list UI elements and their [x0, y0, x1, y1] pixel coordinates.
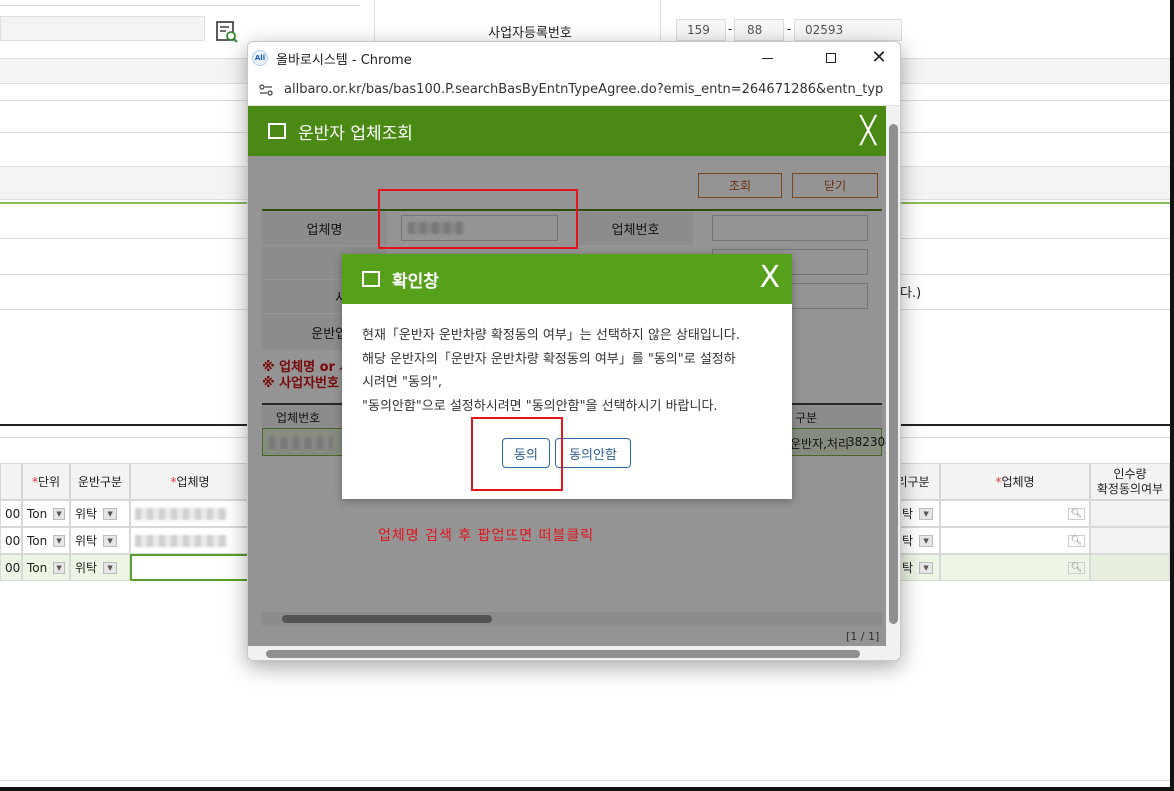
header-unit[interactable]: * 단위: [22, 463, 70, 500]
dropdown-icon[interactable]: ▼: [53, 561, 65, 574]
search-icon[interactable]: 🔍︎: [1067, 534, 1085, 547]
window-close-icon[interactable]: ✕: [864, 46, 894, 68]
page-title: 운반자 업체조회: [298, 123, 413, 144]
search-icon[interactable]: 🔍︎: [1067, 507, 1085, 520]
row1-company[interactable]: [130, 500, 250, 527]
r-row2-company[interactable]: 🔍︎: [940, 527, 1090, 554]
highlight-box-company: [378, 189, 578, 249]
r-row1-company[interactable]: 🔍︎: [940, 500, 1090, 527]
header-company-name[interactable]: * 업체명: [130, 463, 250, 500]
highlight-box-agree: [471, 417, 563, 491]
search-detail-icon[interactable]: [215, 20, 239, 44]
row3-unit[interactable]: Ton ▼: [22, 554, 70, 581]
title-bar[interactable]: All 올바로시스템 - Chrome ✕: [248, 42, 900, 74]
row2-unit[interactable]: Ton ▼: [22, 527, 70, 554]
app-icon: All: [252, 50, 268, 66]
dash-1: -: [727, 22, 733, 36]
horizontal-scrollbar[interactable]: [248, 646, 900, 660]
address-bar[interactable]: allbaro.or.kr/bas/bas100.P.searchBasByEn…: [248, 74, 900, 106]
biz-reg-part1: 159: [676, 19, 726, 41]
dialog-header: 확인창 X: [342, 254, 792, 304]
biz-reg-label: 사업자등록번호: [488, 26, 572, 41]
confirm-dialog: 확인창 X 현재「운반자 운반차량 확정동의 여부」는 선택하지 않은 상태입니…: [342, 254, 792, 499]
window-title: 올바로시스템 - Chrome: [276, 52, 412, 68]
window-icon: [362, 271, 380, 287]
r-row2-agree: [1090, 527, 1170, 554]
dropdown-icon[interactable]: ▼: [53, 507, 65, 520]
dropdown-icon[interactable]: ▼: [919, 507, 934, 520]
row2-company[interactable]: [130, 527, 250, 554]
row2-prefix: 00: [0, 527, 22, 554]
dropdown-icon[interactable]: ▼: [103, 534, 118, 547]
row3-prefix: 00: [0, 554, 22, 581]
biz-reg-part2: 88: [734, 19, 784, 41]
header-agree[interactable]: 인수량 확정동의여부: [1090, 463, 1170, 500]
row1-transport[interactable]: 위탁 ▼: [70, 500, 130, 527]
row2-transport[interactable]: 위탁 ▼: [70, 527, 130, 554]
search-icon[interactable]: 🔍︎: [1067, 561, 1085, 574]
maximize-icon[interactable]: [816, 48, 846, 68]
r-row1-agree: [1090, 500, 1170, 527]
page-close-icon[interactable]: ╳: [860, 116, 876, 146]
dropdown-icon[interactable]: ▼: [103, 507, 118, 520]
dropdown-icon[interactable]: ▼: [919, 534, 934, 547]
r-row3-company[interactable]: 🔍︎: [940, 554, 1090, 581]
row1-prefix: 00: [0, 500, 22, 527]
header-company-name-right[interactable]: * 업체명: [940, 463, 1090, 500]
biz-reg-part3: 02593: [794, 19, 902, 41]
dialog-close-icon[interactable]: X: [759, 260, 780, 295]
disagree-button[interactable]: 동의안함: [555, 438, 631, 468]
row1-unit[interactable]: Ton ▼: [22, 500, 70, 527]
header-transport-type[interactable]: 운반구분: [70, 463, 130, 500]
r-row3-agree: [1090, 554, 1170, 581]
dialog-message: 현재「운반자 운반차량 확정동의 여부」는 선택하지 않은 상태입니다. 해당 …: [362, 328, 740, 414]
annotation-text: 업체명 검색 후 팝업뜨면 떠블클릭: [378, 528, 595, 544]
minimize-icon[interactable]: [752, 48, 782, 68]
dialog-title: 확인창: [392, 271, 439, 292]
top-left-input[interactable]: [0, 16, 205, 41]
url-text[interactable]: allbaro.or.kr/bas/bas100.P.searchBasByEn…: [284, 82, 884, 97]
row3-company-input[interactable]: [130, 554, 250, 581]
dropdown-icon[interactable]: ▼: [103, 561, 118, 574]
window-icon: [268, 123, 286, 139]
vertical-scrollbar[interactable]: [886, 106, 900, 646]
dash-2: -: [786, 22, 792, 36]
right-trailing-text: 다.): [900, 286, 922, 301]
dropdown-icon[interactable]: ▼: [53, 534, 65, 547]
row3-transport[interactable]: 위탁 ▼: [70, 554, 130, 581]
site-info-icon[interactable]: [258, 82, 274, 98]
page-header: 운반자 업체조회 ╳: [248, 106, 886, 156]
dropdown-icon[interactable]: ▼: [919, 561, 934, 574]
